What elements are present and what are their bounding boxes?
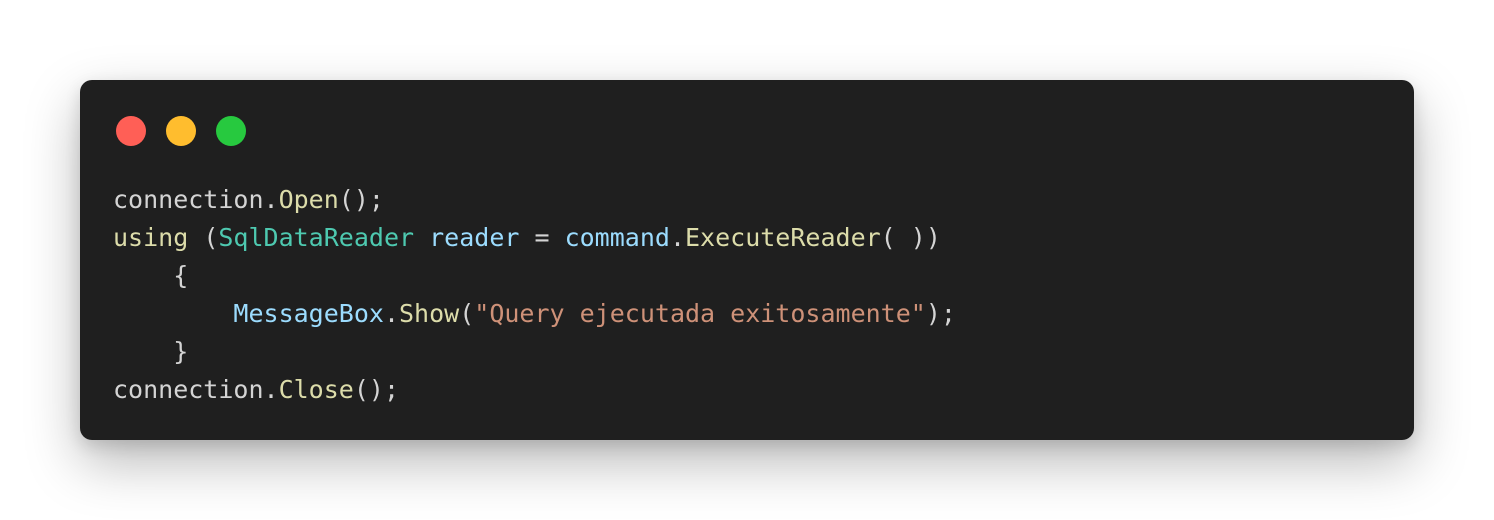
code-line: using (SqlDataReader reader = command.Ex… <box>113 219 956 257</box>
code-token-var: command <box>564 223 670 252</box>
window-controls <box>116 116 246 146</box>
minimize-dot-icon[interactable] <box>166 116 196 146</box>
code-token-var: reader <box>429 223 520 252</box>
code-block: connection.Open(); using (SqlDataReader r… <box>113 181 956 409</box>
code-token-plain: ( <box>459 299 475 328</box>
code-token-plain: ( <box>188 223 219 252</box>
code-line: MessageBox.Show("Query ejecutada exitosa… <box>113 295 956 333</box>
code-line: { <box>113 257 956 295</box>
code-token-plain: (); <box>338 185 384 214</box>
code-token-plain: . <box>383 299 399 328</box>
code-token-method: Show <box>399 299 460 328</box>
code-token-plain: connection. <box>113 375 279 404</box>
code-token-plain: connection. <box>113 185 279 214</box>
maximize-dot-icon[interactable] <box>216 116 246 146</box>
code-line: connection.Close(); <box>113 371 956 409</box>
code-window: connection.Open(); using (SqlDataReader r… <box>80 80 1414 440</box>
code-token-plain: { <box>113 261 189 290</box>
code-token-keyword: using <box>113 223 189 252</box>
code-token-method: Close <box>278 375 354 404</box>
code-token-type: SqlDataReader <box>218 223 415 252</box>
code-token-method: Open <box>278 185 339 214</box>
code-token-plain: (); <box>353 375 399 404</box>
code-token-method: ExecuteReader <box>685 223 881 252</box>
code-token-string: "Query ejecutada exitosamente" <box>474 299 926 328</box>
close-dot-icon[interactable] <box>116 116 146 146</box>
code-line: } <box>113 333 956 371</box>
code-token-plain: ( )) <box>880 223 941 252</box>
code-token-plain: } <box>113 337 189 366</box>
code-token-plain: = <box>519 223 565 252</box>
code-line: connection.Open(); <box>113 181 956 219</box>
code-token-var: MessageBox <box>233 299 384 328</box>
code-token-plain: . <box>669 223 685 252</box>
code-token-plain: ); <box>925 299 956 328</box>
